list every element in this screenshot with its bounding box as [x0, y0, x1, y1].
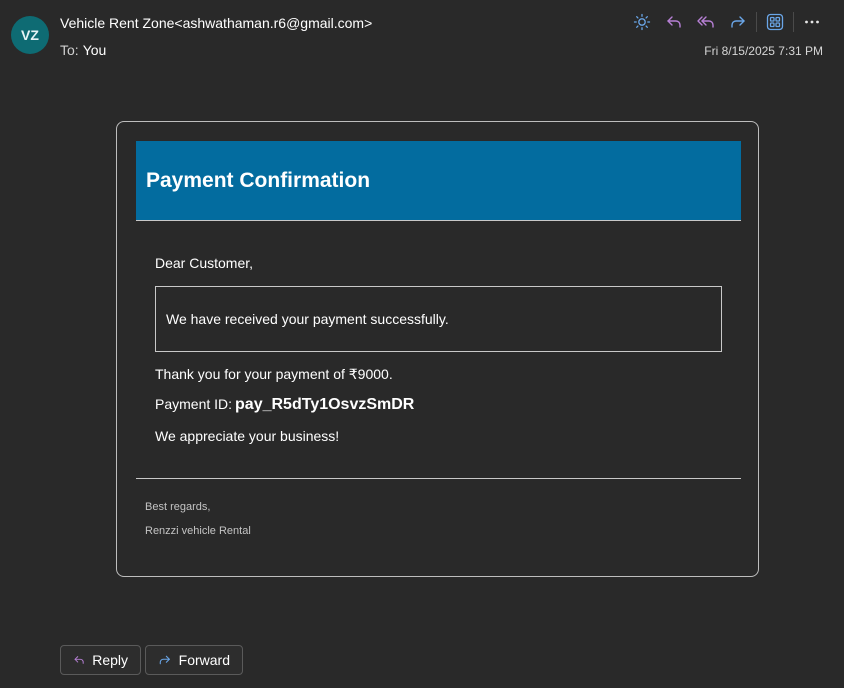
company-name: Renzzi vehicle Rental: [145, 525, 251, 537]
payment-notice-text: We have received your payment successful…: [166, 311, 449, 327]
reply-all-icon[interactable]: [690, 10, 722, 34]
apps-icon[interactable]: [759, 10, 791, 34]
email-body-card: Payment Confirmation Dear Customer, We h…: [116, 121, 759, 577]
forward-label: Forward: [178, 652, 230, 668]
recipient-line: To: You: [60, 42, 106, 58]
payment-id-label: Payment ID:: [155, 396, 233, 412]
section-divider: [136, 478, 741, 479]
sender-name[interactable]: Vehicle Rent Zone<ashwathaman.r6@gmail.c…: [60, 15, 372, 31]
thank-you-text: Thank you for your payment of ₹9000.: [155, 366, 393, 382]
to-label: To:: [60, 42, 79, 58]
reply-label: Reply: [92, 652, 128, 668]
payment-id-line: Payment ID: pay_R5dTy1OsvzSmDR: [155, 396, 414, 414]
brightness-icon[interactable]: [626, 10, 658, 34]
reply-icon[interactable]: [658, 10, 690, 34]
payment-id-value: pay_R5dTy1OsvzSmDR: [235, 396, 415, 413]
received-date: Fri 8/15/2025 7:31 PM: [704, 44, 823, 58]
sender-avatar[interactable]: VZ: [11, 16, 49, 54]
reply-icon: [74, 656, 84, 664]
reply-button[interactable]: Reply: [60, 645, 141, 675]
payment-notice-box: We have received your payment successful…: [155, 286, 722, 352]
forward-icon[interactable]: [722, 10, 754, 34]
toolbar-divider: [756, 12, 757, 32]
signoff-text: Best regards,: [145, 501, 211, 513]
appreciation-text: We appreciate your business!: [155, 428, 340, 444]
message-toolbar: [626, 10, 828, 34]
recipient-name[interactable]: You: [83, 42, 107, 58]
more-icon[interactable]: [796, 10, 828, 34]
toolbar-divider: [793, 12, 794, 32]
forward-button[interactable]: Forward: [145, 645, 243, 675]
forward-icon: [159, 655, 170, 665]
greeting-text: Dear Customer,: [155, 255, 254, 271]
confirmation-banner: Payment Confirmation: [136, 141, 741, 221]
banner-title: Payment Confirmation: [146, 168, 371, 192]
